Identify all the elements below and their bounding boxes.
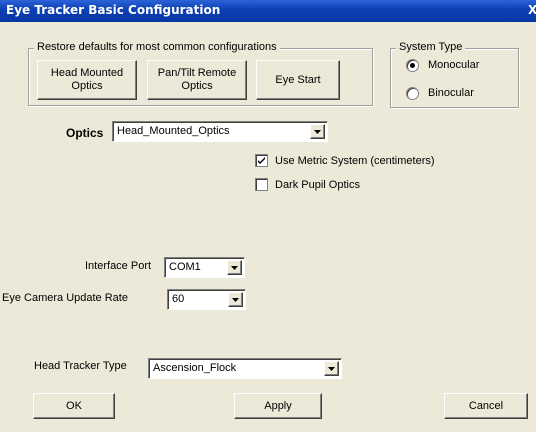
dark-pupil-checkbox[interactable]: [255, 178, 268, 191]
binocular-radio[interactable]: [406, 87, 419, 100]
apply-button[interactable]: Apply: [234, 393, 322, 419]
system-type-legend: System Type: [396, 41, 466, 53]
ok-button[interactable]: OK: [33, 393, 115, 419]
metric-system-checkbox[interactable]: [255, 154, 268, 167]
eye-start-button[interactable]: Eye Start: [256, 60, 340, 100]
cancel-button[interactable]: Cancel: [444, 393, 528, 419]
ok-label: OK: [66, 399, 82, 412]
pan-tilt-line1: Pan/Tilt Remote: [157, 67, 237, 79]
eye-start-label: Eye Start: [275, 73, 321, 86]
chevron-down-icon[interactable]: [227, 260, 242, 275]
update-rate-select[interactable]: 60: [167, 289, 246, 310]
metric-system-label: Use Metric System (centimeters): [275, 155, 435, 167]
update-rate-value: 60: [172, 293, 185, 305]
dark-pupil-label: Dark Pupil Optics: [275, 179, 360, 191]
radio-selected-dot: [410, 63, 415, 68]
chevron-down-icon[interactable]: [310, 124, 325, 139]
head-tracker-value: Ascension_Flock: [153, 362, 237, 374]
cancel-label: Cancel: [468, 399, 504, 412]
head-mounted-line1: Head Mounted: [50, 67, 124, 79]
head-mounted-optics-button[interactable]: Head Mounted Optics: [37, 60, 137, 100]
close-icon[interactable]: X: [528, 3, 536, 19]
pan-tilt-line2: Optics: [181, 80, 213, 92]
dialog-body: Restore defaults for most common configu…: [0, 22, 536, 432]
chevron-down-icon[interactable]: [228, 292, 243, 307]
head-tracker-label: Head Tracker Type: [34, 360, 127, 372]
interface-port-select[interactable]: COM1: [164, 257, 245, 278]
window-title: Eye Tracker Basic Configuration: [6, 3, 221, 17]
interface-port-value: COM1: [169, 261, 201, 273]
checkmark-icon: [258, 157, 265, 164]
interface-port-label: Interface Port: [85, 260, 152, 272]
binocular-label: Binocular: [428, 87, 474, 99]
optics-label: Optics: [66, 126, 104, 140]
head-mounted-line2: Optics: [71, 80, 103, 92]
optics-select[interactable]: Head_Mounted_Optics: [112, 121, 328, 142]
restore-defaults-legend: Restore defaults for most common configu…: [34, 41, 280, 53]
title-bar: Eye Tracker Basic Configuration X: [0, 0, 536, 22]
apply-label: Apply: [264, 399, 292, 412]
pan-tilt-remote-optics-button[interactable]: Pan/Tilt Remote Optics: [147, 60, 247, 100]
monocular-label: Monocular: [428, 59, 480, 71]
optics-value: Head_Mounted_Optics: [117, 125, 230, 137]
chevron-down-icon[interactable]: [324, 361, 339, 376]
monocular-radio[interactable]: [406, 59, 419, 72]
update-rate-label: Eye Camera Update Rate: [2, 292, 128, 304]
head-tracker-select[interactable]: Ascension_Flock: [148, 358, 342, 379]
